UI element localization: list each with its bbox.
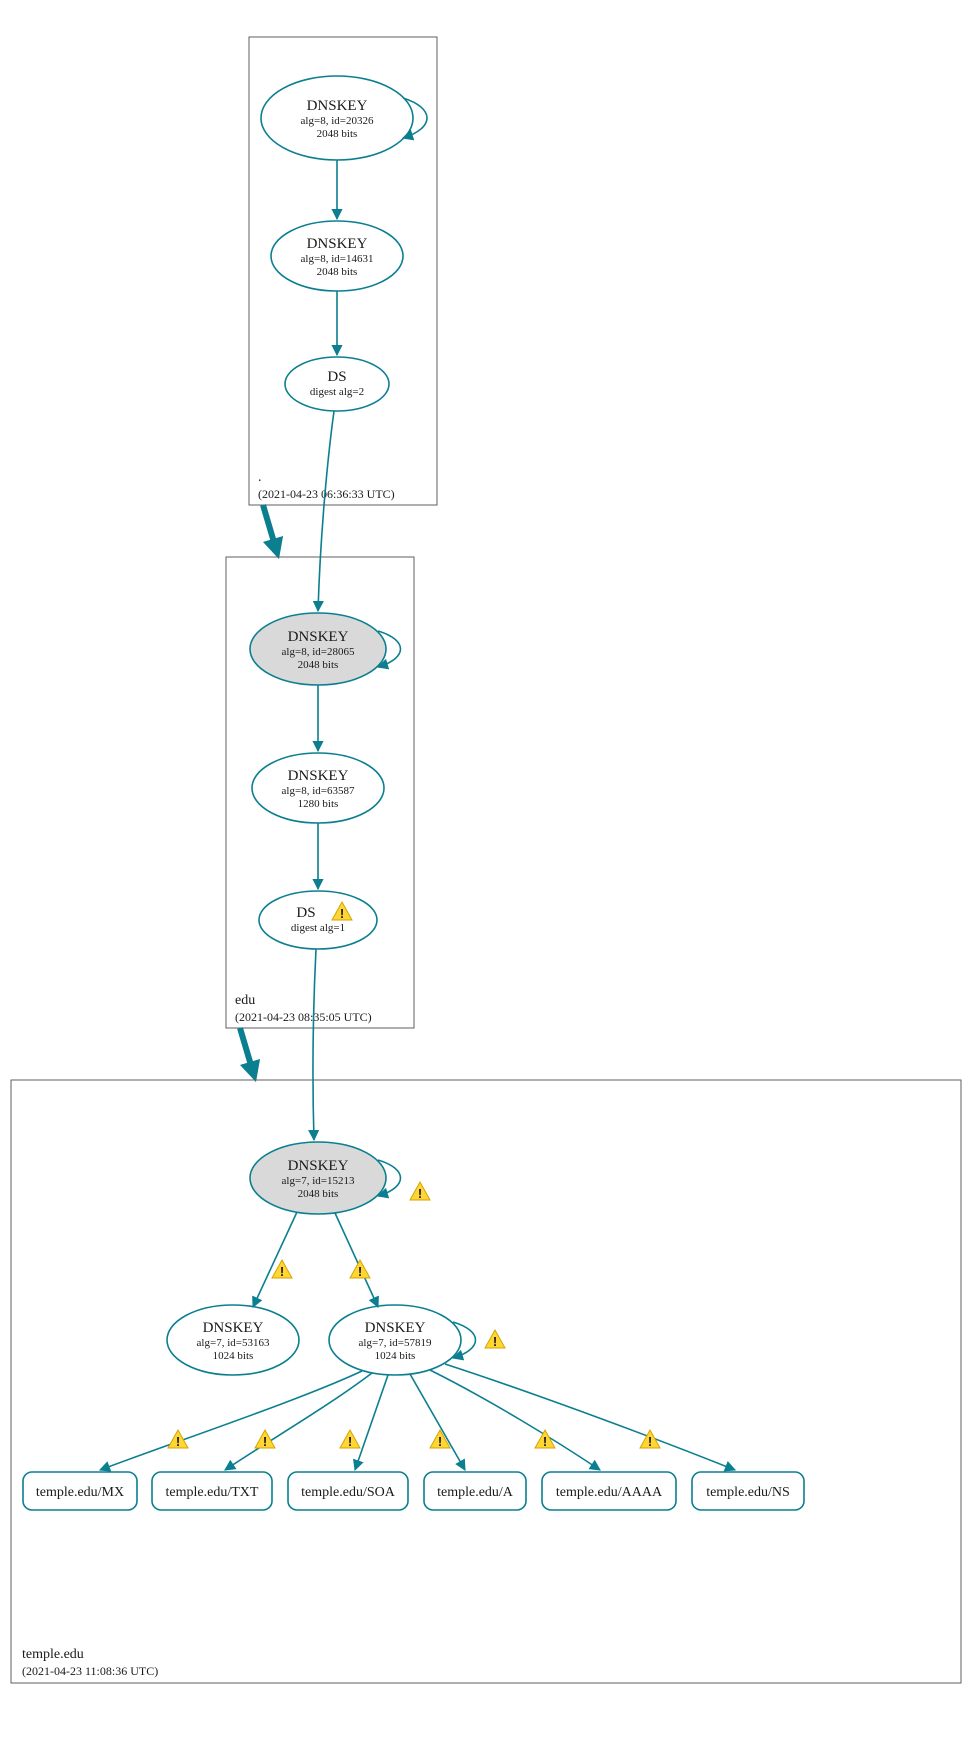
- svg-text:2048 bits: 2048 bits: [317, 128, 358, 140]
- edge-temple-ksk-to-z2: [335, 1213, 378, 1307]
- rr-mx: temple.edu/MX: [23, 1472, 137, 1510]
- warning-icon: [485, 1330, 505, 1349]
- node-root-zsk: DNSKEY alg=8, id=14631 2048 bits: [271, 221, 403, 291]
- rr-soa: temple.edu/SOA: [288, 1472, 408, 1510]
- svg-text:temple.edu/AAAA: temple.edu/AAAA: [556, 1485, 663, 1500]
- zone-edu-name: edu: [235, 993, 255, 1008]
- svg-text:digest alg=2: digest alg=2: [310, 386, 364, 398]
- warning-icon: [272, 1260, 292, 1279]
- svg-text:alg=8, id=63587: alg=8, id=63587: [282, 785, 355, 797]
- node-temple-zsk-53163: DNSKEY alg=7, id=53163 1024 bits: [167, 1305, 299, 1375]
- svg-text:temple.edu/NS: temple.edu/NS: [706, 1485, 790, 1500]
- edge-z2-to-a: [410, 1374, 465, 1470]
- node-root-ksk: DNSKEY alg=8, id=20326 2048 bits: [261, 76, 413, 160]
- svg-text:2048 bits: 2048 bits: [298, 659, 339, 671]
- svg-text:alg=7, id=57819: alg=7, id=57819: [359, 1337, 432, 1349]
- svg-text:DS: DS: [296, 905, 315, 921]
- svg-text:DNSKEY: DNSKEY: [288, 768, 349, 784]
- warning-icon: [340, 1430, 360, 1449]
- zone-root-timestamp: (2021-04-23 06:36:33 UTC): [258, 487, 395, 501]
- node-root-ds: DS digest alg=2: [285, 357, 389, 411]
- svg-text:temple.edu/SOA: temple.edu/SOA: [301, 1485, 396, 1500]
- rr-txt: temple.edu/TXT: [152, 1472, 272, 1510]
- svg-text:DNSKEY: DNSKEY: [307, 98, 368, 114]
- svg-text:2048 bits: 2048 bits: [317, 266, 358, 278]
- zone-edu-timestamp: (2021-04-23 08:35:05 UTC): [235, 1010, 372, 1024]
- node-temple-ksk: DNSKEY alg=7, id=15213 2048 bits: [250, 1142, 386, 1214]
- svg-text:DNSKEY: DNSKEY: [203, 1320, 264, 1336]
- zone-temple-timestamp: (2021-04-23 11:08:36 UTC): [22, 1664, 158, 1678]
- svg-text:digest alg=1: digest alg=1: [291, 922, 345, 934]
- svg-text:1024 bits: 1024 bits: [375, 1350, 416, 1362]
- svg-text:alg=8, id=20326: alg=8, id=20326: [301, 115, 374, 127]
- node-edu-zsk: DNSKEY alg=8, id=63587 1280 bits: [252, 753, 384, 823]
- rr-a: temple.edu/A: [424, 1472, 526, 1510]
- svg-text:alg=7, id=15213: alg=7, id=15213: [282, 1175, 355, 1187]
- zone-temple-name: temple.edu: [22, 1647, 84, 1662]
- edge-z2-to-txt: [225, 1373, 372, 1470]
- svg-text:alg=8, id=14631: alg=8, id=14631: [301, 253, 374, 265]
- node-edu-ksk: DNSKEY alg=8, id=28065 2048 bits: [250, 613, 386, 685]
- node-temple-zsk-57819: DNSKEY alg=7, id=57819 1024 bits: [329, 1305, 461, 1375]
- svg-text:DS: DS: [327, 369, 346, 385]
- edge-edu-ds-to-temple-ksk: [313, 949, 316, 1140]
- edge-temple-ksk-to-z1: [253, 1212, 297, 1307]
- edge-deleg-edu-to-temple: [240, 1028, 253, 1072]
- svg-text:1024 bits: 1024 bits: [213, 1350, 254, 1362]
- svg-text:DNSKEY: DNSKEY: [288, 629, 349, 645]
- svg-text:DNSKEY: DNSKEY: [288, 1158, 349, 1174]
- rr-ns: temple.edu/NS: [692, 1472, 804, 1510]
- svg-text:alg=7, id=53163: alg=7, id=53163: [197, 1337, 270, 1349]
- svg-text:temple.edu/MX: temple.edu/MX: [36, 1485, 124, 1500]
- svg-text:1280 bits: 1280 bits: [298, 798, 339, 810]
- svg-text:2048 bits: 2048 bits: [298, 1188, 339, 1200]
- node-edu-ds: DS digest alg=1: [259, 891, 377, 949]
- edge-z2-to-ns: [445, 1364, 735, 1470]
- zone-root-name: .: [258, 470, 262, 485]
- warning-icon: [350, 1260, 370, 1279]
- edge-deleg-root-to-edu: [263, 505, 276, 549]
- zone-temple: temple.edu (2021-04-23 11:08:36 UTC): [11, 1080, 961, 1683]
- svg-text:temple.edu/TXT: temple.edu/TXT: [166, 1485, 259, 1500]
- svg-text:DNSKEY: DNSKEY: [365, 1320, 426, 1336]
- svg-text:DNSKEY: DNSKEY: [307, 236, 368, 252]
- rr-aaaa: temple.edu/AAAA: [542, 1472, 676, 1510]
- edge-z2-to-mx: [100, 1371, 362, 1470]
- warning-icon: [410, 1182, 430, 1201]
- svg-text:alg=8, id=28065: alg=8, id=28065: [282, 646, 355, 658]
- svg-text:temple.edu/A: temple.edu/A: [437, 1485, 514, 1500]
- edge-z2-to-soa: [355, 1375, 388, 1470]
- edge-root-ds-to-edu-ksk: [318, 411, 334, 611]
